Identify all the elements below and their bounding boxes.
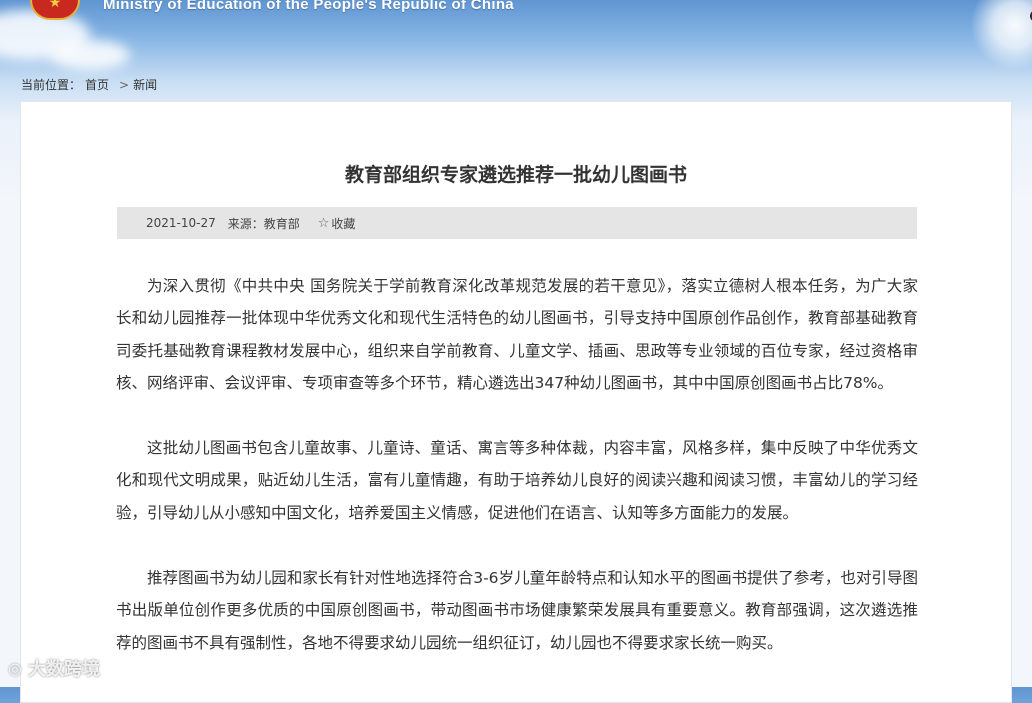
article-source: 来源：教育部 (227, 216, 300, 231)
article-paragraph: 这批幼儿图画书包含儿童故事、儿童诗、童话、寓言等多种体裁，内容丰富，风格多样，集… (116, 439, 918, 522)
dandelion-icon (970, 0, 1032, 70)
article-title: 教育部组织专家遴选推荐一批幼儿图画书 (344, 164, 687, 186)
article-body: 为深入贯彻《中共中央 国务院关于学前教育深化改革规范发展的若干意见》，落实立德树… (116, 270, 918, 692)
watermark: ◎ 大数跨境 (8, 655, 100, 681)
article-paragraph: 推荐图画书为幼儿园和家长有针对性地选择符合3-6岁儿童年龄特点和认知水平的图画书… (116, 569, 918, 652)
article-meta-bar: 2021-10-27 来源：教育部 ☆ 收藏 (117, 207, 917, 239)
publish-date: 2021-10-27 (146, 216, 216, 230)
article-panel: 教育部组织专家遴选推荐一批幼儿图画书 2021-10-27 来源：教育部 ☆ 收… (20, 101, 1012, 703)
breadcrumb-prefix: 当前位置： (21, 78, 82, 92)
favorite-button[interactable]: ☆ 收藏 (318, 215, 356, 232)
star-outline-icon: ☆ (317, 215, 330, 231)
article-paragraph: 为深入贯彻《中共中央 国务院关于学前教育深化改革规范发展的若干意见》，落实立德树… (116, 277, 918, 392)
breadcrumb: 当前位置： 首页 > 新闻 (21, 76, 161, 93)
watermark-text: 大数跨境 (27, 659, 100, 680)
breadcrumb-separator: > (119, 78, 130, 92)
breadcrumb-current[interactable]: 新闻 (133, 78, 157, 92)
favorite-label: 收藏 (331, 216, 356, 231)
breadcrumb-home-link[interactable]: 首页 (85, 78, 109, 92)
weibo-logo-icon: ◎ (8, 658, 22, 678)
ministry-name: Ministry of Education of the People's Re… (103, 0, 514, 13)
header-cloud (50, 40, 130, 70)
